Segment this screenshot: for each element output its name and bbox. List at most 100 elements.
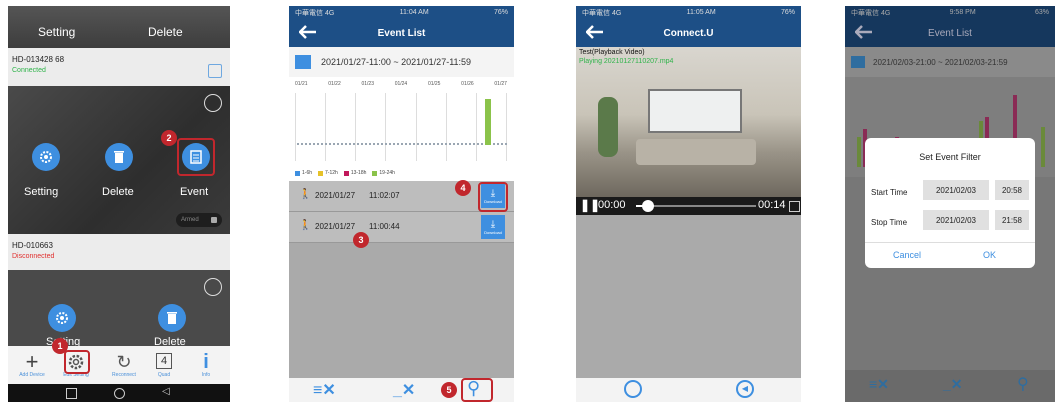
nav-bar: Event List (845, 19, 1055, 47)
chart-icon (851, 56, 865, 68)
legend-item: 13-18h (343, 169, 366, 177)
chart-date-label: 01/22 (328, 81, 341, 87)
chart-legend: 1-6h 7-12h 13-18h 19-24h (295, 169, 395, 177)
step-badge-4: 4 (455, 180, 471, 196)
android-nav-bar: ◁ (8, 384, 230, 402)
camera-header-1[interactable]: HD-013428 68 Connected (8, 48, 230, 86)
clear-icon[interactable]: _✕ (943, 376, 963, 393)
step-badge-1: 1 (52, 338, 68, 354)
back-icon[interactable]: ◁ (162, 386, 170, 397)
download-label: Download (484, 229, 502, 235)
download-button[interactable]: ⤓ Download (481, 215, 505, 239)
stop-date-value: 2021/02/03 (935, 215, 977, 225)
armed-label: Armed (181, 217, 199, 223)
stop-time-field[interactable]: 21:58 (995, 210, 1029, 230)
clear-all-icon[interactable]: ≡✕ (313, 380, 336, 400)
clear-all-icon[interactable]: ≡✕ (869, 376, 889, 393)
quad-button[interactable]: 4 Quad (146, 348, 182, 382)
camera-status: Disconnected (12, 253, 55, 260)
legend-swatch (295, 170, 300, 176)
step-badge-3: 3 (353, 232, 369, 248)
seek-thumb[interactable] (642, 200, 654, 212)
date-range-bar[interactable]: 2021/01/27-11:00 ~ 2021/01/27-11:59 (289, 47, 514, 77)
chart-date-label: 01/25 (427, 81, 441, 87)
start-date-value: 2021/02/03 (935, 185, 977, 195)
video-filename: Playing 20210127110207.mp4 (579, 58, 674, 65)
legend-item: 7-12h (318, 169, 338, 177)
phone-device-list: Setting Delete HD-013428 68 Connected Se… (8, 6, 230, 402)
reconnect-button[interactable]: ↻ Reconnect (104, 348, 144, 382)
time-total: 00:14 (758, 199, 786, 211)
start-date-field[interactable]: 2021/02/03 (923, 180, 989, 200)
setting-gear-icon[interactable] (48, 304, 76, 332)
chart-icon (295, 55, 311, 69)
event-date: 2021/01/27 (315, 222, 356, 231)
chart-date-label: 01/23 (361, 81, 374, 87)
search-icon[interactable]: ⚲ (1017, 374, 1029, 394)
back-arrow-icon[interactable] (299, 25, 317, 39)
quad-icon: 4 (156, 352, 172, 369)
delete-trash-icon[interactable] (158, 304, 186, 332)
camera-settings-icon[interactable] (208, 64, 222, 78)
edit-setting-highlight (64, 350, 90, 374)
plus-icon: + (25, 349, 39, 374)
camera-header-2[interactable]: HD-010663 Disconnected (8, 234, 230, 270)
camera-feed-2[interactable]: Setting Delete (8, 270, 230, 348)
fullscreen-icon[interactable] (789, 201, 800, 212)
battery: 63% (1034, 9, 1049, 16)
carrier: 中華電信 4G (851, 9, 891, 17)
back-arrow-icon[interactable] (586, 25, 604, 39)
event-highlight (177, 138, 215, 176)
page-title: Connect.U (663, 27, 714, 39)
bar (857, 137, 861, 167)
nav-bar: Event List (289, 19, 514, 47)
home-icon[interactable] (114, 388, 125, 399)
snapshot-icon[interactable] (624, 380, 642, 398)
event-filter-dialog: Set Event Filter Start Time 2021/02/03 2… (865, 138, 1035, 268)
legend-label: 7-12h (325, 170, 338, 176)
event-date: 2021/01/27 (315, 191, 356, 200)
clear-icon[interactable]: _✕ (393, 380, 415, 400)
download-icon: ⤓ (490, 218, 496, 230)
stop-time-value: 21:58 (1001, 215, 1023, 225)
clock: 11:05 AM (686, 9, 716, 16)
speaker-icon[interactable]: ◀ (736, 380, 754, 398)
event-row-2[interactable]: 🚶 2021/01/27 11:00:44 ⤓ Download (289, 212, 514, 243)
select-circle-icon[interactable] (204, 94, 222, 112)
legend-item: 1-6h (295, 169, 312, 177)
legend-swatch (318, 170, 324, 176)
date-range: 2021/02/03-21:00 ~ 2021/02/03-21:59 (873, 57, 1008, 67)
event-label: Event (180, 186, 209, 198)
motion-icon: 🚶 (299, 220, 312, 231)
video-area[interactable]: Test(Playback Video) Playing 20210127110… (576, 47, 801, 197)
stop-date-field[interactable]: 2021/02/03 (923, 210, 989, 230)
delete-label: Delete (102, 186, 134, 198)
nav-bar: Connect.U (576, 19, 801, 47)
select-circle-icon[interactable] (204, 278, 222, 296)
event-time: 11:00:44 (369, 222, 400, 231)
lock-icon (211, 217, 217, 223)
recents-icon[interactable] (66, 388, 77, 399)
seek-bar[interactable] (636, 200, 756, 212)
search-highlight (461, 378, 493, 402)
armed-toggle[interactable]: Armed (176, 213, 222, 227)
time-current: 00:00 (598, 199, 626, 211)
chart-grid (295, 93, 507, 161)
top-delete-label[interactable]: Delete (148, 25, 183, 39)
legend-label: 19-24h (379, 170, 395, 176)
cancel-button[interactable]: Cancel (893, 250, 921, 260)
stop-time-label: Stop Time (871, 218, 908, 227)
add-device-button[interactable]: + Add Device (14, 348, 50, 382)
back-arrow-icon[interactable] (855, 25, 873, 39)
delete-trash-icon[interactable] (105, 143, 133, 171)
info-button[interactable]: i Info (188, 348, 224, 382)
start-time-field[interactable]: 20:58 (995, 180, 1029, 200)
status-bar: 中華電信 4G 11:04 AM 76% (289, 6, 514, 19)
camera-feed-1[interactable]: Setting Delete Event 2 Armed (8, 86, 230, 234)
ok-button[interactable]: OK (983, 250, 996, 260)
chart-baseline (297, 143, 507, 147)
setting-gear-icon[interactable] (32, 143, 60, 171)
event-time: 11:02:07 (369, 191, 400, 200)
dialog-title: Set Event Filter (919, 152, 981, 162)
top-setting-label[interactable]: Setting (38, 25, 75, 39)
